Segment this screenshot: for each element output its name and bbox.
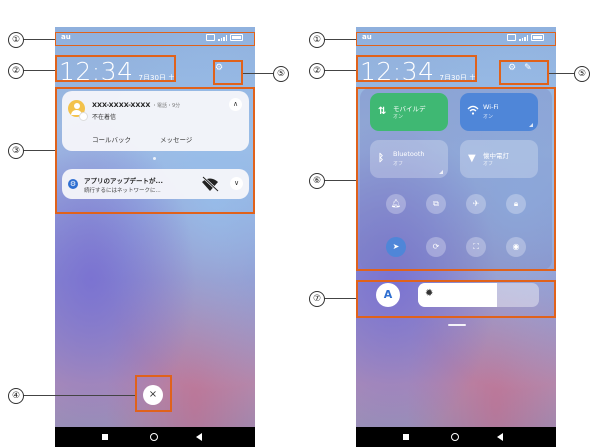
back-icon[interactable] [196, 433, 202, 441]
leader-line [323, 298, 356, 299]
highlight-clock [55, 55, 176, 82]
callout-5: ⑤ [273, 66, 289, 82]
leader-line [22, 39, 55, 40]
highlight-clear-button [135, 375, 172, 412]
highlight-header-icons [499, 60, 549, 85]
recents-icon[interactable] [102, 434, 108, 440]
back-icon[interactable] [497, 433, 503, 441]
leader-line [323, 180, 356, 181]
highlight-notifications [55, 87, 255, 214]
callout-3: ③ [8, 143, 24, 159]
leader-line [323, 70, 356, 71]
highlight-status-bar [55, 32, 255, 46]
home-icon[interactable] [451, 433, 459, 441]
leader-line [22, 150, 55, 151]
callout-2: ② [309, 63, 325, 79]
highlight-brightness [356, 280, 556, 318]
highlight-clock [356, 55, 477, 82]
navigation-bar [356, 427, 556, 447]
recents-icon[interactable] [403, 434, 409, 440]
callout-1: ① [309, 32, 325, 48]
highlight-control-center [356, 87, 556, 271]
leader-line [243, 73, 273, 74]
highlight-header-icons [213, 60, 243, 85]
callout-4: ④ [8, 388, 24, 404]
leader-line [323, 39, 356, 40]
panel-handle[interactable] [448, 324, 466, 326]
navigation-bar [55, 427, 255, 447]
highlight-status-bar [356, 32, 556, 46]
callout-1: ① [8, 32, 24, 48]
leader-line [22, 395, 135, 396]
callout-2: ② [8, 63, 24, 79]
home-icon[interactable] [150, 433, 158, 441]
leader-line [22, 70, 55, 71]
callout-5: ⑤ [574, 66, 590, 82]
callout-7: ⑦ [309, 291, 325, 307]
callout-6: ⑥ [309, 173, 325, 189]
leader-line [549, 73, 574, 74]
